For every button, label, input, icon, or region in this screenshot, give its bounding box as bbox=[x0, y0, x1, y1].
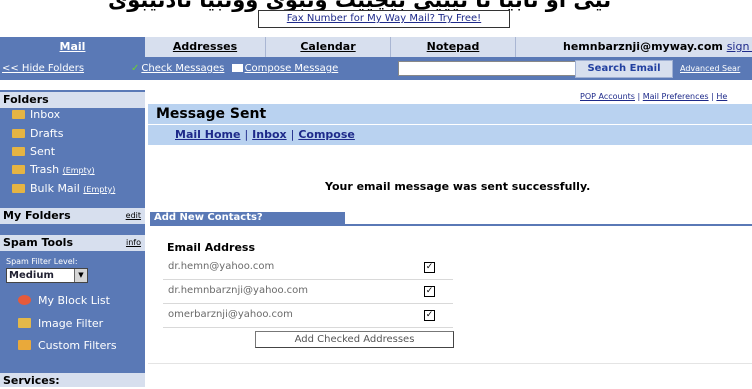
spam-filter-select[interactable]: Medium ▼ bbox=[6, 268, 88, 283]
main-nav: Mail Addresses Calendar Notepad hemnbarz… bbox=[0, 37, 752, 57]
tab-addresses[interactable]: Addresses bbox=[145, 37, 265, 57]
mail-toolbar: << Hide Folders ✓ Check Messages Compose … bbox=[0, 57, 752, 80]
services-header: Services: bbox=[0, 373, 145, 387]
pop-accounts-link[interactable]: POP Accounts bbox=[580, 92, 635, 101]
success-message: Your email message was sent successfully… bbox=[325, 180, 591, 193]
advanced-search-link[interactable]: Advanced Sear bbox=[680, 57, 740, 80]
check-messages-link[interactable]: Check Messages bbox=[141, 63, 224, 74]
subnav-separator: | bbox=[244, 128, 249, 141]
sub-navigation: Mail Home | Inbox | Compose bbox=[148, 124, 752, 145]
email-address-header: Email Address bbox=[167, 241, 256, 254]
tab-notepad[interactable]: Notepad bbox=[391, 37, 515, 57]
add-contacts-header: Add New Contacts? bbox=[150, 212, 345, 224]
folders-header: Folders bbox=[0, 92, 145, 108]
my-folders-header: My Folders edit bbox=[0, 208, 145, 224]
folders-title: Folders bbox=[3, 93, 49, 106]
bulk-mail-icon bbox=[12, 184, 25, 193]
sidebar-item-trash[interactable]: Trash (Empty) bbox=[12, 163, 95, 176]
add-checked-addresses-button[interactable]: Add Checked Addresses bbox=[255, 331, 454, 348]
contact-checkbox[interactable]: ✓ bbox=[424, 310, 435, 321]
nav-divider bbox=[515, 37, 516, 57]
search-email-button[interactable]: Search Email bbox=[575, 60, 673, 78]
sidebar-item-image-filter[interactable]: Image Filter bbox=[18, 317, 103, 330]
contact-row: dr.hemn@yahoo.com ✓ bbox=[163, 258, 453, 280]
contact-row: omerbarznji@yahoo.com ✓ bbox=[163, 306, 453, 328]
contact-row: dr.hemnbarznji@yahoo.com ✓ bbox=[163, 282, 453, 304]
drafts-icon bbox=[12, 129, 25, 138]
sidebar-item-block-list[interactable]: My Block List bbox=[18, 294, 110, 307]
sidebar-item-custom-filters[interactable]: Custom Filters bbox=[18, 339, 117, 352]
mail-preferences-link[interactable]: Mail Preferences bbox=[643, 92, 709, 101]
tab-calendar[interactable]: Calendar bbox=[266, 37, 390, 57]
contact-email: omerbarznji@yahoo.com bbox=[168, 309, 293, 320]
hide-folders-link[interactable]: << Hide Folders bbox=[2, 57, 84, 80]
edit-folders-link[interactable]: edit bbox=[126, 208, 141, 224]
user-email: hemnbarznji@myway.com bbox=[563, 40, 723, 53]
search-input[interactable] bbox=[398, 61, 576, 76]
inbox-icon bbox=[12, 110, 25, 119]
image-filter-icon bbox=[18, 318, 31, 328]
empty-trash-link[interactable]: (Empty) bbox=[63, 166, 95, 175]
account-links: POP Accounts | Mail Preferences | He bbox=[580, 92, 728, 101]
contact-email: dr.hemnbarznji@yahoo.com bbox=[168, 285, 308, 296]
spam-tools-title: Spam Tools bbox=[3, 236, 73, 249]
my-folders-title: My Folders bbox=[3, 209, 71, 222]
mail-home-link[interactable]: Mail Home bbox=[175, 128, 240, 141]
divider bbox=[148, 363, 752, 364]
sidebar-item-inbox[interactable]: Inbox bbox=[12, 108, 60, 121]
empty-bulk-link[interactable]: (Empty) bbox=[83, 185, 115, 194]
sign-out-link[interactable]: sign o bbox=[727, 40, 752, 53]
add-contacts-bar: Add New Contacts? bbox=[150, 212, 752, 226]
spam-filter-label: Spam Filter Level: bbox=[6, 257, 78, 266]
compose-message-link[interactable]: Compose Message bbox=[245, 63, 339, 74]
compose-link[interactable]: Compose bbox=[298, 128, 355, 141]
block-list-icon bbox=[18, 295, 31, 305]
sent-icon bbox=[12, 147, 25, 156]
sidebar-item-bulk-mail[interactable]: Bulk Mail (Empty) bbox=[12, 182, 115, 195]
chevron-down-icon: ▼ bbox=[74, 269, 87, 282]
spam-filter-value: Medium bbox=[9, 270, 54, 281]
toolbar-actions: ✓ Check Messages Compose Message bbox=[131, 57, 338, 80]
contact-checkbox[interactable]: ✓ bbox=[424, 286, 435, 297]
envelope-icon bbox=[231, 64, 243, 72]
sidebar: Folders Inbox Drafts Sent Trash (Empty) … bbox=[0, 90, 145, 387]
spam-tools-header: Spam Tools info bbox=[0, 235, 145, 251]
spam-info-link[interactable]: info bbox=[126, 235, 141, 251]
sidebar-item-sent[interactable]: Sent bbox=[12, 145, 55, 158]
user-info: hemnbarznji@myway.com sign o bbox=[563, 37, 752, 57]
inbox-link[interactable]: Inbox bbox=[252, 128, 286, 141]
tab-mail[interactable]: Mail bbox=[0, 37, 145, 57]
subnav-separator: | bbox=[290, 128, 295, 141]
page-title: Message Sent bbox=[156, 106, 267, 122]
contact-checkbox[interactable]: ✓ bbox=[424, 262, 435, 273]
contact-email: dr.hemn@yahoo.com bbox=[168, 261, 275, 272]
fax-promo-link[interactable]: Fax Number for My Way Mail? Try Free! bbox=[258, 10, 510, 28]
sidebar-item-drafts[interactable]: Drafts bbox=[12, 127, 63, 140]
trash-icon bbox=[12, 165, 25, 174]
help-link[interactable]: He bbox=[716, 92, 727, 101]
custom-filters-icon bbox=[18, 340, 31, 350]
checkmark-icon: ✓ bbox=[131, 63, 140, 74]
page-header: Message Sent bbox=[148, 104, 752, 124]
